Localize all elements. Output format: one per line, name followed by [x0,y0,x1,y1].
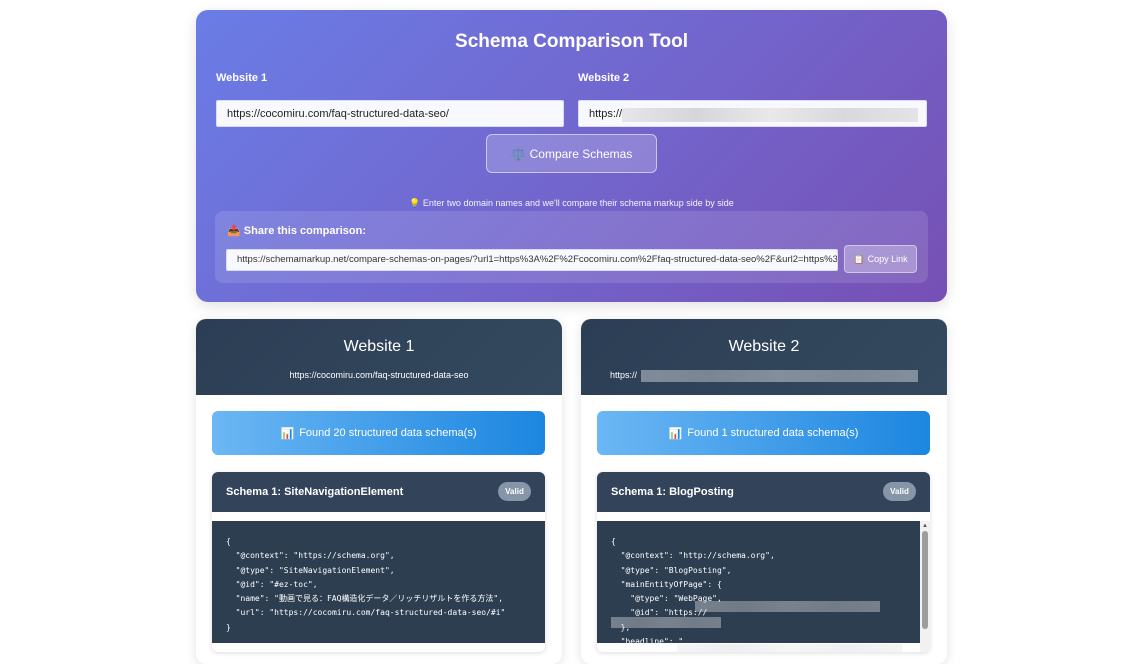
share-label: 📤 Share this comparison: [227,224,366,237]
hint-label: Enter two domain names and we'll compare… [422,198,734,208]
outbox-icon: 📤 [227,225,241,237]
panel-header: Website 2 https:// [581,319,947,395]
scrollbar-thumb[interactable] [922,531,928,629]
code-line: { [226,537,231,546]
schema-card-header: Schema 1: SiteNavigationElement Valid [212,472,545,512]
schema-card-header: Schema 1: BlogPosting Valid [597,472,930,512]
website1-panel: Website 1 https://cocomiru.com/faq-struc… [196,319,562,664]
clipboard-icon: 📋 [853,253,865,264]
found-schemas-banner: 📊 Found 20 structured data schema(s) [212,411,545,455]
scroll-up-icon[interactable]: ▲ [920,522,930,530]
panel-url: https:// [610,370,638,380]
copy-link-label: Copy Link [867,254,908,264]
redacted-code-blur [677,644,902,652]
redacted-url-blur [622,108,918,122]
code-line: "url": "https://cocomiru.com/faq-structu… [226,608,506,618]
code-line: "@context": "https://schema.org", [226,551,395,561]
code-line: "mainEntityOfPage": { [611,579,722,589]
redacted-url-blur [641,370,918,382]
scales-icon: ⚖️ [510,146,526,161]
chart-icon: 📊 [668,427,683,440]
code-scrollbar[interactable]: ▲ [920,521,930,652]
share-link-input[interactable]: https://schemamarkup.net/compare-schemas… [226,249,838,271]
compare-button-label: Compare Schemas [529,146,633,161]
lightbulb-icon: 💡 [409,198,421,208]
website1-input[interactable] [216,100,564,127]
schema-card: Schema 1: BlogPosting Valid { "@context"… [597,472,930,652]
valid-badge: Valid [498,482,531,501]
compare-schemas-button[interactable]: ⚖️ Compare Schemas [486,134,657,173]
panel-header: Website 1 https://cocomiru.com/faq-struc… [196,319,562,395]
redacted-code-blur [695,601,880,612]
valid-badge: Valid [883,482,916,501]
panel-title: Website 2 [728,338,800,355]
comparison-form-card: Schema Comparison Tool Website 1 Website… [196,10,947,302]
website2-panel: Website 2 https:// 📊 Found 1 structured … [581,319,947,664]
found-count-text: Found 1 structured data schema(s) [687,427,859,439]
hint-text: 💡 Enter two domain names and we'll compa… [196,198,947,209]
found-count-text: Found 20 structured data schema(s) [299,427,477,439]
code-line: "@id": "#ez-toc", [226,579,318,589]
schema-card: Schema 1: SiteNavigationElement Valid { … [212,472,545,652]
code-line: "name": "動画で見る：FAQ構造化データ／リッチリザルトを作る方法", [226,594,504,604]
website2-label: Website 2 [578,72,630,84]
panel-url: https://cocomiru.com/faq-structured-data… [289,370,469,380]
code-line: } [226,622,231,632]
code-line: "@type": "BlogPosting", [611,565,732,575]
copy-link-button[interactable]: 📋 Copy Link [844,245,917,273]
redacted-code-blur [611,617,721,628]
schema-code-block: { "@context": "https://schema.org", "@ty… [212,521,545,643]
schema-title: Schema 1: BlogPosting [611,486,734,498]
page-title: Schema Comparison Tool [455,31,688,52]
panel-title: Website 1 [343,338,415,355]
share-label-text: Share this comparison: [243,225,367,237]
share-section: 📤 Share this comparison: https://schemam… [215,211,928,283]
code-line: "@context": "http://schema.org", [611,551,775,561]
website1-label: Website 1 [216,72,268,84]
code-line: { [611,537,616,546]
found-schemas-banner: 📊 Found 1 structured data schema(s) [597,411,930,455]
code-line: "@type": "SiteNavigationElement", [226,565,395,575]
schema-title: Schema 1: SiteNavigationElement [226,486,404,498]
chart-icon: 📊 [280,427,295,440]
